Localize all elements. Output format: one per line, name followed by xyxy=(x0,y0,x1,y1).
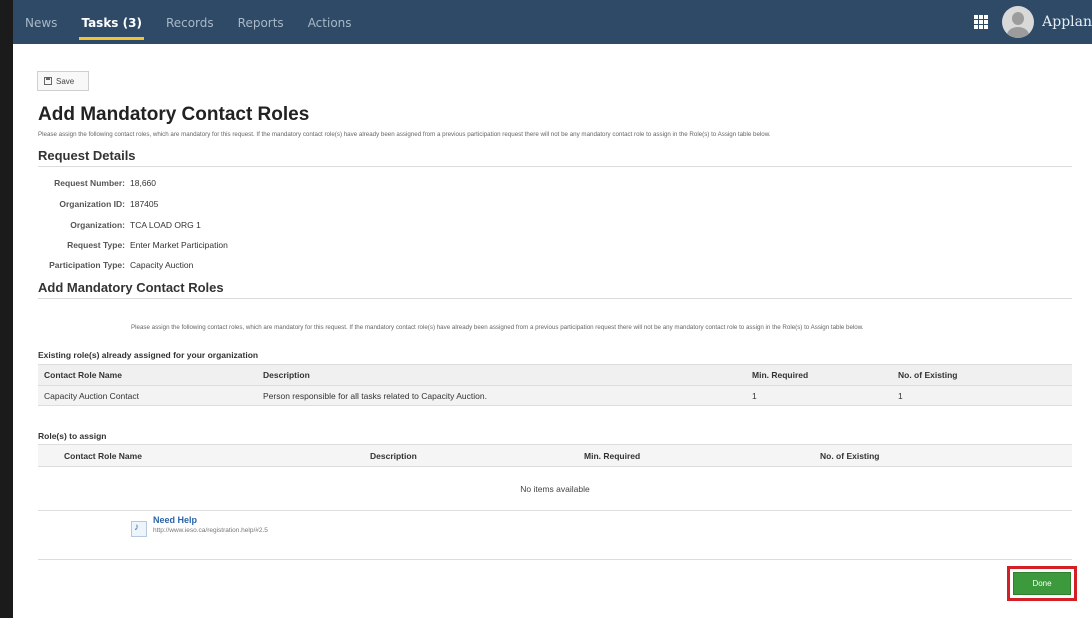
table-cell: Person responsible for all tasks related… xyxy=(257,385,746,406)
save-button[interactable]: Save xyxy=(37,71,89,91)
save-button-label: Save xyxy=(56,76,75,86)
column-header[interactable]: Min. Required xyxy=(578,444,814,467)
column-header[interactable]: No. of Existing xyxy=(892,364,1072,386)
detail-row-request-type: Request Type: Enter Market Participation xyxy=(13,240,413,252)
app-grid-icon[interactable] xyxy=(974,15,989,29)
table-row: Capacity Auction Contact Person responsi… xyxy=(38,385,1072,406)
existing-roles-heading: Existing role(s) already assigned for yo… xyxy=(38,350,259,360)
help-document-icon xyxy=(131,521,147,537)
detail-row-request-number: Request Number: 18,660 xyxy=(13,178,413,190)
column-header[interactable]: Description xyxy=(257,364,746,386)
need-help-link[interactable]: Need Help http://www.ieso.ca/registratio… xyxy=(131,515,268,543)
column-header[interactable]: Min. Required xyxy=(746,364,892,386)
divider xyxy=(38,166,1072,167)
existing-roles-table: Contact Role Name Description Min. Requi… xyxy=(38,364,1072,406)
detail-value: TCA LOAD ORG 1 xyxy=(130,220,201,230)
column-header[interactable]: Description xyxy=(364,444,578,467)
tab-reports[interactable]: Reports xyxy=(226,0,296,44)
floppy-disk-icon xyxy=(44,77,52,85)
empty-message: No items available xyxy=(38,466,1072,511)
detail-value: 187405 xyxy=(130,199,159,209)
request-details-heading: Request Details xyxy=(38,148,136,163)
tab-news[interactable]: News xyxy=(13,0,69,44)
detail-label: Request Number: xyxy=(54,178,125,188)
mandatory-roles-heading: Add Mandatory Contact Roles xyxy=(38,280,224,295)
detail-label: Organization: xyxy=(70,220,125,230)
tab-actions[interactable]: Actions xyxy=(296,0,364,44)
main-content: Save Add Mandatory Contact Roles Please … xyxy=(13,44,1092,618)
detail-row-organization: Organization: TCA LOAD ORG 1 xyxy=(13,220,413,232)
page-title: Add Mandatory Contact Roles xyxy=(38,104,310,125)
detail-label: Request Type: xyxy=(67,240,125,250)
table-cell: 1 xyxy=(746,385,892,406)
divider xyxy=(38,559,1072,560)
user-avatar[interactable] xyxy=(1002,6,1035,38)
column-header[interactable]: Contact Role Name xyxy=(38,364,257,386)
roles-to-assign-heading: Role(s) to assign xyxy=(38,431,107,441)
detail-label: Participation Type: xyxy=(49,260,125,270)
brand-label: Applan xyxy=(1042,14,1092,30)
need-help-url[interactable]: http://www.ieso.ca/registration.help/#2.… xyxy=(153,527,268,534)
roles-to-assign-table: Contact Role Name Description Min. Requi… xyxy=(38,444,1072,511)
done-button-highlight: Done xyxy=(1007,566,1077,601)
need-help-title[interactable]: Need Help xyxy=(153,515,268,525)
empty-row: No items available xyxy=(38,466,1072,511)
detail-label: Organization ID: xyxy=(59,199,125,209)
top-navigation-bar: News Tasks (3) Records Reports Actions A… xyxy=(13,0,1092,44)
divider xyxy=(38,298,1072,299)
mandatory-roles-info: Please assign the following contact role… xyxy=(131,324,864,331)
detail-value: Capacity Auction xyxy=(130,260,194,270)
page-description: Please assign the following contact role… xyxy=(38,131,771,138)
tab-records[interactable]: Records xyxy=(154,0,226,44)
done-button[interactable]: Done xyxy=(1013,572,1071,595)
table-cell: 1 xyxy=(892,385,1072,406)
detail-row-participation-type: Participation Type: Capacity Auction xyxy=(13,260,413,272)
select-all-column[interactable] xyxy=(38,444,58,467)
detail-value: Enter Market Participation xyxy=(130,240,228,250)
tab-tasks[interactable]: Tasks (3) xyxy=(69,0,154,44)
table-cell: Capacity Auction Contact xyxy=(38,385,257,406)
window-edge xyxy=(0,0,13,618)
column-header[interactable]: Contact Role Name xyxy=(58,444,364,467)
detail-value: 18,660 xyxy=(130,178,156,188)
column-header[interactable]: No. of Existing xyxy=(814,444,1072,467)
detail-row-organization-id: Organization ID: 187405 xyxy=(13,199,413,211)
